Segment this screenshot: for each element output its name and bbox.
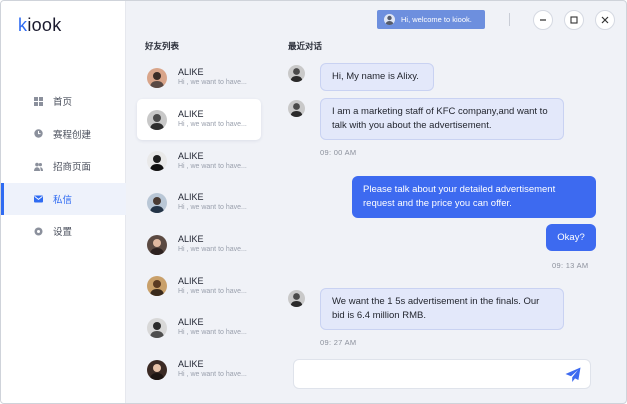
minimize-icon bbox=[539, 11, 547, 29]
welcome-text: Hi, welcome to kiook. bbox=[401, 15, 472, 24]
clock-icon bbox=[34, 129, 43, 138]
friend-name: ALIKE bbox=[178, 234, 204, 245]
list-item[interactable]: ALIKE Hi , we want to have... bbox=[137, 349, 261, 391]
message-input[interactable] bbox=[302, 366, 552, 384]
message-timestamp: 09: 27 AM bbox=[320, 338, 357, 347]
avatar bbox=[147, 67, 167, 88]
friend-preview: Hi , we want to have... bbox=[178, 329, 247, 337]
people-icon bbox=[34, 162, 43, 171]
welcome-badge: Hi, welcome to kiook. bbox=[377, 10, 485, 29]
friend-name: ALIKE bbox=[178, 192, 204, 203]
gear-icon bbox=[34, 227, 43, 236]
avatar bbox=[147, 359, 167, 380]
avatar bbox=[147, 276, 167, 297]
message-bubble: Please talk about your detailed advertis… bbox=[352, 176, 596, 218]
app-logo[interactable]: kiook bbox=[18, 15, 62, 36]
friend-name: ALIKE bbox=[178, 275, 204, 286]
list-item[interactable]: ALIKE Hi , we want to have... bbox=[137, 57, 261, 99]
close-button[interactable] bbox=[595, 10, 615, 30]
send-icon bbox=[564, 367, 582, 388]
avatar bbox=[288, 65, 305, 82]
avatar bbox=[288, 100, 305, 117]
maximize-icon bbox=[570, 11, 578, 29]
friends-list: ALIKE Hi , we want to have... ALIKE Hi , w… bbox=[137, 57, 261, 391]
mail-icon bbox=[34, 194, 43, 203]
message-bubble: We want the 1 5s advertisement in the fi… bbox=[320, 288, 564, 330]
friend-preview: Hi , we want to have... bbox=[178, 121, 247, 129]
maximize-button[interactable] bbox=[564, 10, 584, 30]
friend-preview: Hi , we want to have... bbox=[178, 371, 247, 379]
friend-name: ALIKE bbox=[178, 317, 204, 328]
avatar bbox=[288, 290, 305, 307]
friend-name: ALIKE bbox=[178, 150, 204, 161]
message-timestamp: 09: 13 AM bbox=[552, 261, 589, 270]
sidebar-item-label: 首页 bbox=[53, 97, 73, 109]
sidebar-item-settings[interactable]: 设置 bbox=[1, 215, 126, 248]
friend-preview: Hi , we want to have... bbox=[178, 204, 247, 212]
list-item[interactable]: ALIKE Hi , we want to have... bbox=[137, 182, 261, 224]
sidebar: kiook 首页 赛程创建 招商页面 私信 设置 bbox=[1, 1, 126, 403]
sidebar-nav: 首页 赛程创建 招商页面 私信 设置 bbox=[1, 85, 126, 248]
friend-preview: Hi , we want to have... bbox=[178, 246, 247, 254]
chat-title: 最近对话 bbox=[288, 41, 323, 51]
message-timestamp: 09: 00 AM bbox=[320, 148, 357, 157]
sidebar-item-messages[interactable]: 私信 bbox=[1, 182, 126, 215]
sidebar-item-label: 私信 bbox=[53, 194, 73, 206]
message-bubble: Hi, My name is Alixy. bbox=[320, 63, 434, 91]
send-button[interactable] bbox=[564, 366, 582, 384]
list-item[interactable]: ALIKE Hi , we want to have... bbox=[137, 98, 261, 141]
avatar bbox=[147, 192, 167, 213]
minimize-button[interactable] bbox=[533, 10, 553, 30]
friend-preview: Hi , we want to have... bbox=[178, 79, 247, 87]
sidebar-item-label: 设置 bbox=[53, 227, 73, 239]
user-avatar[interactable] bbox=[384, 14, 395, 25]
sidebar-item-label: 招商页面 bbox=[53, 162, 92, 174]
list-item[interactable]: ALIKE Hi , we want to have... bbox=[137, 307, 261, 349]
list-item[interactable]: ALIKE Hi , we want to have... bbox=[137, 265, 261, 307]
app-window: kiook 首页 赛程创建 招商页面 私信 设置 Hi, welcome to … bbox=[0, 0, 627, 404]
header-divider bbox=[509, 13, 510, 26]
friend-name: ALIKE bbox=[178, 109, 204, 120]
close-icon bbox=[601, 11, 609, 29]
sidebar-item-sponsor[interactable]: 招商页面 bbox=[1, 150, 126, 183]
message-bubble: I am a marketing staff of KFC company,an… bbox=[320, 98, 564, 140]
avatar bbox=[147, 151, 167, 172]
message-composer bbox=[293, 359, 591, 389]
friend-name: ALIKE bbox=[178, 359, 204, 370]
friend-name: ALIKE bbox=[178, 67, 204, 78]
dashboard-icon bbox=[34, 96, 43, 106]
avatar bbox=[147, 234, 167, 255]
avatar bbox=[147, 109, 167, 130]
avatar bbox=[147, 317, 167, 338]
sidebar-item-home[interactable]: 首页 bbox=[1, 85, 126, 118]
sidebar-item-label: 赛程创建 bbox=[53, 129, 92, 141]
sidebar-item-schedule[interactable]: 赛程创建 bbox=[1, 118, 126, 151]
friend-preview: Hi , we want to have... bbox=[178, 287, 247, 295]
friends-list-title: 好友列表 bbox=[145, 41, 180, 51]
list-item[interactable]: ALIKE Hi , we want to have... bbox=[137, 224, 261, 266]
message-bubble: Okay? bbox=[546, 224, 596, 251]
list-item[interactable]: ALIKE Hi , we want to have... bbox=[137, 140, 261, 182]
friend-preview: Hi , we want to have... bbox=[178, 162, 247, 170]
